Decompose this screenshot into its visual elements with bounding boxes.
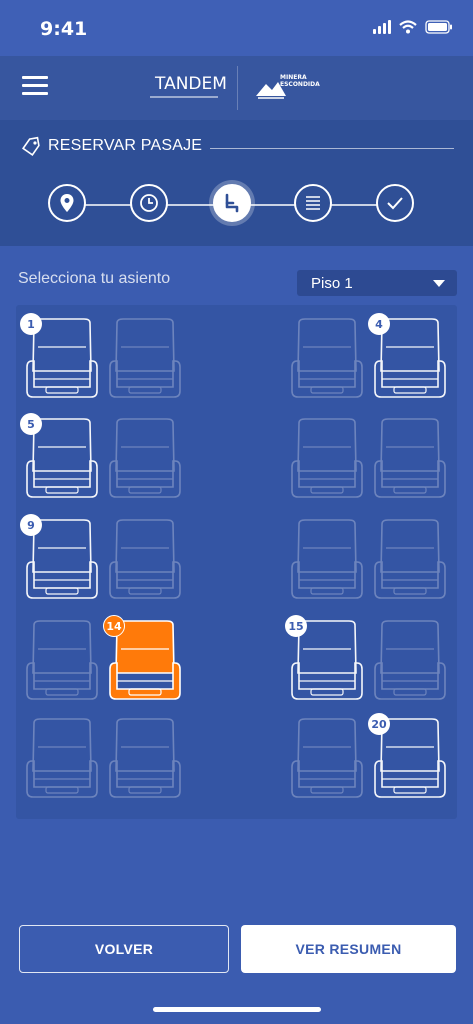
seat-shape [109,718,181,798]
seat-number-badge: 15 [285,615,307,637]
seat-shape [291,519,363,599]
seat-occupied [289,518,365,604]
step-summary[interactable] [294,184,332,222]
step-time[interactable] [130,184,168,222]
seat-shape [291,418,363,498]
ticket-tag-icon [22,136,40,156]
cellular-signal-icon [373,20,391,34]
seat-occupied [24,717,100,803]
list-icon [306,196,320,210]
clock-icon [140,194,158,212]
home-indicator [153,1007,321,1012]
step-location[interactable] [48,184,86,222]
location-pin-icon [60,194,74,212]
wifi-icon [399,20,417,34]
seat-occupied [289,317,365,403]
seat-shape [109,418,181,498]
back-button[interactable]: VOLVER [19,925,229,973]
seat-number-badge: 5 [20,413,42,435]
seat-selection-label: Selecciona tu asiento [18,270,171,287]
seat-occupied [372,619,448,705]
seat-shape [291,718,363,798]
booking-progress-panel: RESERVAR PASAJE [0,120,473,246]
seat-shape [374,620,446,700]
step-seat[interactable] [213,184,251,222]
seat-occupied [107,518,183,604]
booking-steps [48,184,416,226]
battery-icon [425,20,452,34]
header-divider [237,66,238,110]
app-header: TANDEM MINERA ESCONDIDA [0,56,473,120]
view-summary-button[interactable]: VER RESUMEN [241,925,456,973]
minera-escondida-logo-text: MINERA ESCONDIDA [280,74,320,88]
floor-select-value: Piso 1 [311,275,353,292]
seat-shape [374,519,446,599]
seat-number-badge: 9 [20,514,42,536]
seat-number-badge: 4 [368,313,390,335]
menu-icon[interactable] [22,76,48,98]
seat-occupied [289,717,365,803]
status-bar: 9:41 [0,0,473,56]
seat-icon [225,193,239,213]
seat-occupied [372,417,448,503]
seat-occupied [107,717,183,803]
seat-5[interactable]: 5 [20,413,100,503]
seat-number-badge: 20 [368,713,390,735]
seat-shape [109,318,181,398]
section-title: RESERVAR PASAJE [48,137,203,154]
seat-9[interactable]: 9 [20,514,100,604]
seat-20[interactable]: 20 [368,713,448,803]
seat-occupied [24,619,100,705]
seat-4[interactable]: 4 [368,313,448,403]
chevron-down-icon [433,280,445,287]
tandem-logo: TANDEM [155,74,227,94]
seat-15[interactable]: 15 [285,615,365,705]
seat-occupied [372,518,448,604]
seat-shape [291,318,363,398]
check-icon [387,197,403,210]
tandem-logo-underline [150,96,218,98]
seat-shape [26,718,98,798]
seat-occupied [107,317,183,403]
seat-map: 1 4 5 9 14 15 20 [16,305,457,819]
seat-number-badge: 1 [20,313,42,335]
status-icons [373,20,453,34]
seat-shape [109,519,181,599]
title-divider [210,148,454,149]
seat-1[interactable]: 1 [20,313,100,403]
floor-select[interactable]: Piso 1 [297,270,457,296]
seat-number-badge: 14 [103,615,125,637]
seat-14[interactable]: 14 [103,615,183,705]
seat-shape [26,620,98,700]
seat-occupied [107,417,183,503]
seat-occupied [289,417,365,503]
status-time: 9:41 [40,18,88,40]
step-confirm[interactable] [376,184,414,222]
seat-shape [374,418,446,498]
